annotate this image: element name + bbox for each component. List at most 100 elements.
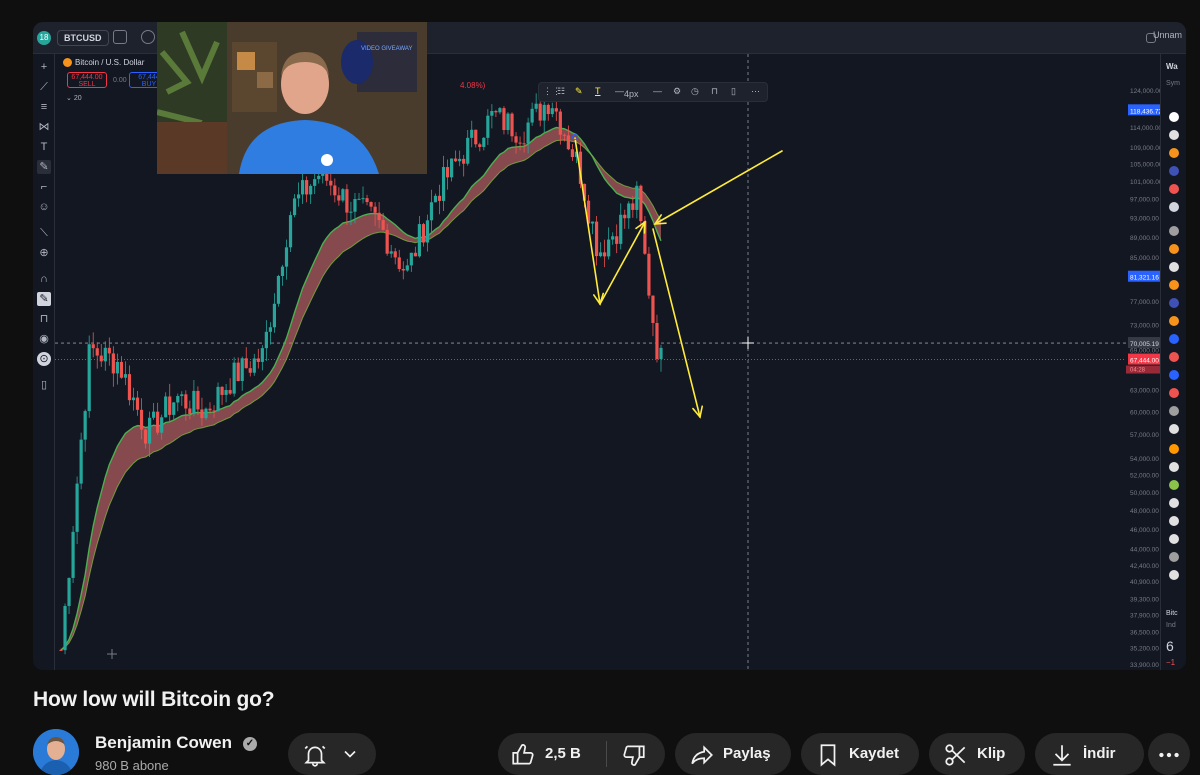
- sell-button[interactable]: 67,444.00 SELL: [67, 72, 107, 88]
- alert-icon[interactable]: ◷: [691, 86, 699, 97]
- line-width-value: 4px: [624, 89, 639, 99]
- like-dislike-group: 2,5 B: [498, 733, 665, 775]
- coin-icon[interactable]: [1169, 244, 1179, 254]
- trash-icon[interactable]: ▯: [731, 86, 736, 97]
- coin-icon[interactable]: [1169, 388, 1179, 398]
- drawing-tools-sidebar: + ⟋ ≡ ⋈ T ✎ ⌐ ☺ ⟍ ⊕ ∩ ✎ ⊓ ◉ ⊙ ▯: [33, 54, 55, 670]
- lock-icon[interactable]: ⊓: [711, 86, 718, 97]
- candle-body: [317, 175, 321, 180]
- coin-icon[interactable]: [1169, 370, 1179, 380]
- coin-icon[interactable]: [1169, 262, 1179, 272]
- channel-name[interactable]: Benjamin Cowen: [95, 733, 232, 753]
- layout-name-button[interactable]: Unnam: [1153, 30, 1182, 40]
- pencil-color-icon[interactable]: ✎: [575, 86, 583, 97]
- flag-icon[interactable]: [1169, 166, 1179, 176]
- coin-icon[interactable]: [1169, 462, 1179, 472]
- subscription-bell-button[interactable]: [288, 733, 376, 775]
- text-tool-icon[interactable]: T: [37, 140, 51, 154]
- candle-body: [220, 386, 224, 395]
- settings-icon[interactable]: ⚙: [673, 86, 681, 97]
- flag-icon[interactable]: [1169, 202, 1179, 212]
- candle-body: [554, 108, 558, 112]
- coin-icon[interactable]: [1169, 352, 1179, 362]
- share-button[interactable]: Paylaş: [675, 733, 791, 775]
- candle-body: [240, 358, 244, 382]
- coin-icon[interactable]: [1169, 424, 1179, 434]
- candle-body: [647, 253, 651, 296]
- magnet-icon[interactable]: ∩: [37, 272, 51, 286]
- download-button[interactable]: İndir: [1035, 733, 1144, 775]
- coin-icon[interactable]: [1169, 480, 1179, 490]
- notification-badge[interactable]: 18: [37, 31, 51, 45]
- candle-body: [607, 239, 611, 257]
- flag-icon[interactable]: [1169, 226, 1179, 236]
- coin-icon[interactable]: [1169, 316, 1179, 326]
- more-actions-button[interactable]: [1148, 733, 1190, 775]
- detail-line-4: −1: [1166, 658, 1176, 667]
- candle-body: [635, 185, 639, 210]
- crosshair-icon[interactable]: +: [37, 60, 51, 74]
- candle-body: [526, 122, 530, 144]
- lock-icon[interactable]: ⊓: [37, 312, 51, 326]
- pattern-icon[interactable]: ⋈: [37, 120, 51, 134]
- trash-icon[interactable]: ▯: [37, 378, 51, 392]
- more-horizontal-icon: [1159, 752, 1179, 758]
- more-icon[interactable]: ⋯: [751, 86, 760, 97]
- coin-icon[interactable]: [1169, 280, 1179, 290]
- candle-body: [373, 206, 377, 213]
- dislike-button[interactable]: [607, 733, 665, 775]
- coin-icon[interactable]: [1169, 498, 1179, 508]
- coin-icon[interactable]: [1169, 552, 1179, 562]
- candle-body: [164, 396, 168, 418]
- flag-icon[interactable]: [1169, 130, 1179, 140]
- coin-icon[interactable]: [1169, 516, 1179, 526]
- candle-body: [284, 247, 289, 267]
- channel-avatar[interactable]: [33, 729, 79, 775]
- fib-icon[interactable]: ≡: [37, 100, 51, 114]
- callout-icon[interactable]: ⌐: [37, 180, 51, 194]
- coin-icon[interactable]: [1169, 298, 1179, 308]
- price-tick-label: 73,000.00: [1130, 323, 1159, 330]
- ruler-icon[interactable]: ⟍: [37, 226, 51, 240]
- interval-icon[interactable]: [113, 30, 127, 44]
- save-button[interactable]: Kaydet: [801, 733, 919, 775]
- stay-drawing-icon[interactable]: ✎: [37, 292, 51, 306]
- coin-icon[interactable]: [1169, 406, 1179, 416]
- candle-body: [558, 111, 562, 135]
- detail-line-2: Ind: [1166, 622, 1176, 629]
- coin-icon[interactable]: [1169, 334, 1179, 344]
- indicator-row[interactable]: ⌄ 20: [66, 94, 82, 102]
- emoji-icon[interactable]: ☺: [37, 200, 51, 214]
- candle-body: [623, 214, 627, 219]
- candle-body: [152, 411, 156, 418]
- webcam-overlay: VIDEO GIVEAWAY: [157, 22, 427, 174]
- chevron-down-icon: [344, 750, 356, 758]
- brush-icon[interactable]: ✎: [37, 160, 51, 174]
- trendline-icon[interactable]: ⟋: [37, 80, 51, 94]
- text-color-icon[interactable]: T: [595, 86, 601, 96]
- flag-icon[interactable]: [1169, 112, 1179, 122]
- flag-icon[interactable]: [1169, 148, 1179, 158]
- save-label: Kaydet: [849, 745, 900, 762]
- candle-body: [349, 211, 353, 213]
- clip-button[interactable]: Klip: [929, 733, 1025, 775]
- like-button[interactable]: 2,5 B: [498, 733, 606, 775]
- add-compare-icon[interactable]: [141, 30, 155, 44]
- flag-icon[interactable]: [1169, 184, 1179, 194]
- symbol-search-button[interactable]: BTCUSD: [57, 30, 109, 46]
- candle-body: [377, 212, 381, 221]
- watchlist-header[interactable]: Wa: [1166, 62, 1178, 71]
- candle-body: [276, 275, 281, 304]
- coin-icon[interactable]: [1169, 570, 1179, 580]
- price-tick-label: 37,900.00: [1130, 613, 1159, 620]
- line-width-button[interactable]: — 4px: [615, 86, 639, 99]
- candle-body: [139, 409, 144, 430]
- coin-icon[interactable]: [1169, 534, 1179, 544]
- coin-icon[interactable]: [1169, 444, 1179, 454]
- line-style-icon[interactable]: —: [653, 86, 662, 96]
- eye-icon[interactable]: ◉: [37, 332, 51, 346]
- target-icon[interactable]: ⊙: [37, 352, 51, 366]
- template-icon[interactable]: ☷: [557, 86, 565, 97]
- spread-value: 0.00: [113, 77, 127, 84]
- zoom-icon[interactable]: ⊕: [37, 246, 51, 260]
